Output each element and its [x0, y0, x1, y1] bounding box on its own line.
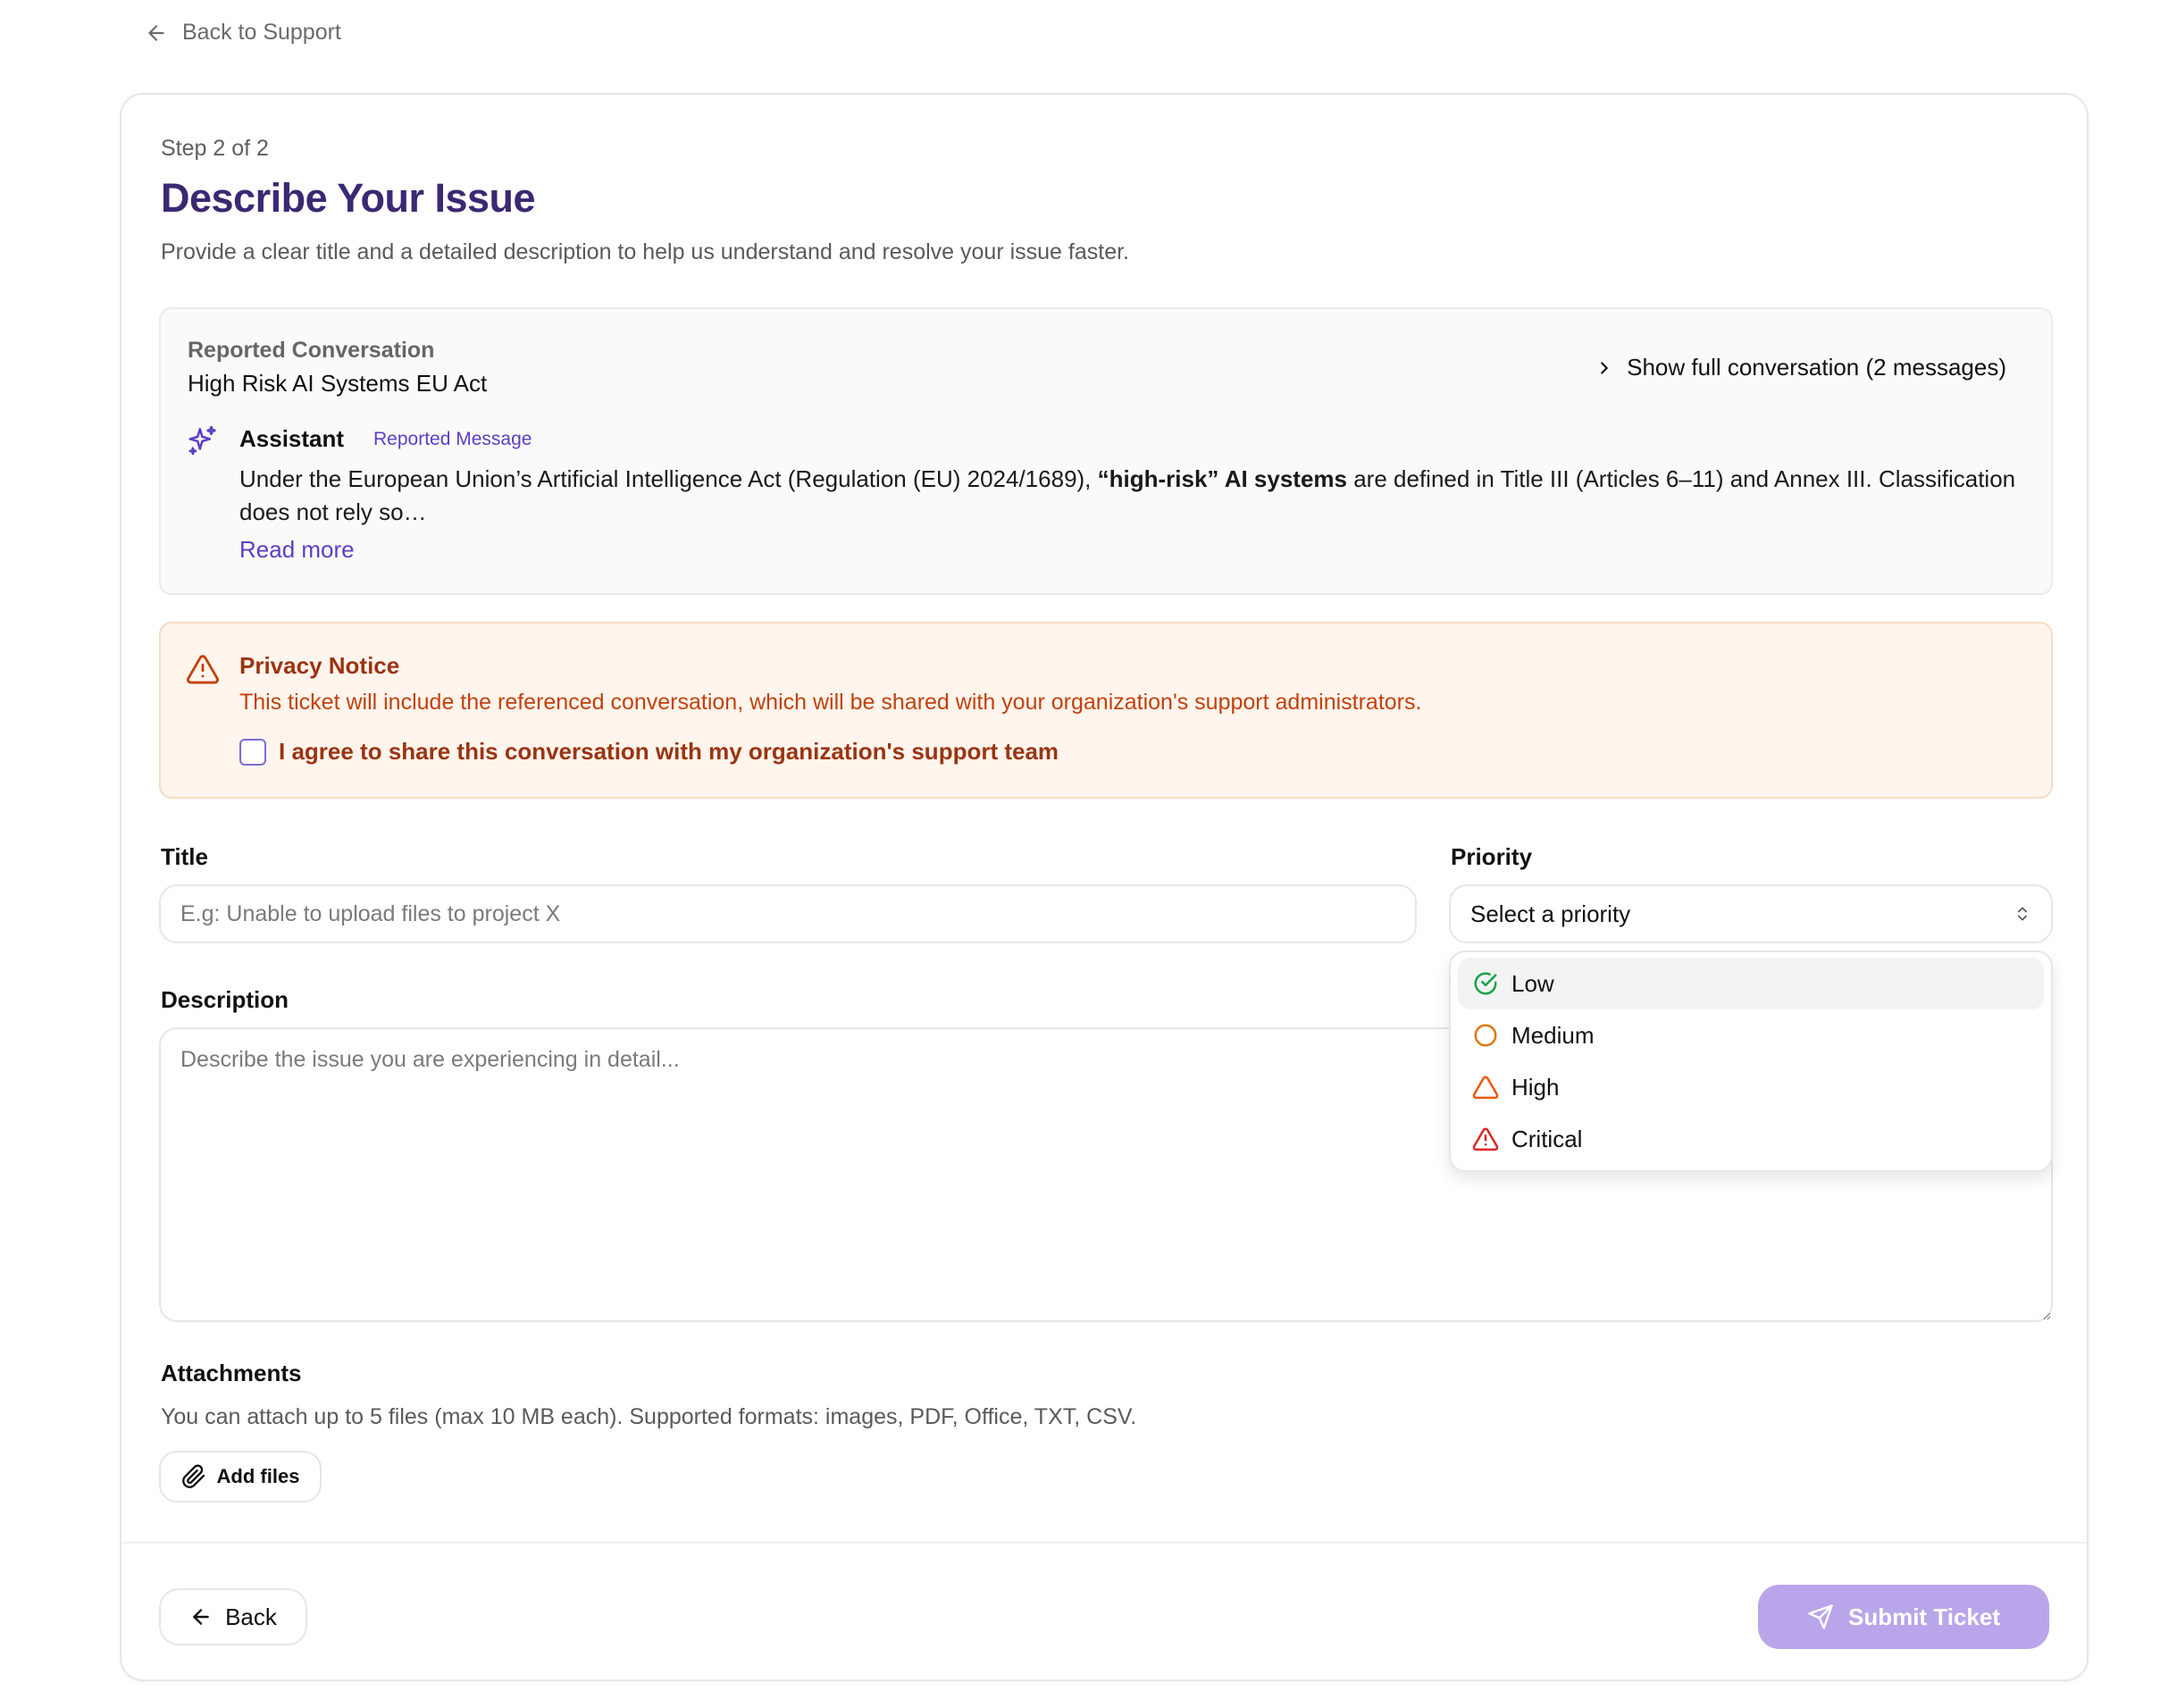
- triangle-icon: [1472, 1076, 1499, 1100]
- show-full-conversation-button[interactable]: Show full conversation (2 messages): [1595, 354, 2006, 381]
- add-files-button[interactable]: Add files: [159, 1451, 322, 1503]
- agree-share-label: I agree to share this conversation with …: [279, 738, 1059, 765]
- chevron-right-icon: [1601, 361, 1608, 374]
- read-more-link[interactable]: Read more: [239, 536, 355, 564]
- reported-conversation-label: Reported Conversation: [188, 338, 435, 363]
- chevron-up-down-icon: [2018, 907, 2027, 921]
- check-circle-icon: [1474, 972, 1497, 995]
- attachments-help: You can attach up to 5 files (max 10 MB …: [161, 1404, 1137, 1429]
- priority-option-medium-label: Medium: [1511, 1021, 1595, 1049]
- title-label: Title: [161, 843, 208, 870]
- arrow-left-icon: [148, 24, 164, 41]
- show-full-conversation-label: Show full conversation (2 messages): [1627, 354, 2006, 381]
- priority-select[interactable]: Select a priority: [1449, 884, 2053, 943]
- priority-option-critical[interactable]: Critical: [1458, 1113, 2044, 1165]
- alert-triangle-icon: [1472, 1127, 1499, 1151]
- priority-option-high[interactable]: High: [1458, 1061, 2044, 1113]
- reported-conversation-panel: Reported Conversation High Risk AI Syste…: [159, 307, 2053, 595]
- sparkle-icon: [188, 425, 216, 456]
- submit-ticket-label: Submit Ticket: [1847, 1603, 2000, 1630]
- priority-dropdown-menu: Low Medium High Critical: [1449, 950, 2053, 1172]
- step-indicator: Step 2 of 2: [161, 136, 269, 161]
- page-title: Describe Your Issue: [161, 175, 536, 221]
- privacy-notice-text: This ticket will include the referenced …: [239, 690, 1422, 715]
- priority-select-value: Select a priority: [1470, 900, 1631, 927]
- footer-divider: [121, 1542, 2087, 1544]
- arrow-left-icon: [193, 1609, 209, 1625]
- message-role: Assistant: [239, 425, 345, 452]
- title-input[interactable]: [159, 884, 1417, 943]
- back-button[interactable]: Back: [159, 1588, 307, 1645]
- warning-triangle-icon: [187, 655, 219, 684]
- message-preview: Under the European Union’s Artificial In…: [239, 463, 2035, 529]
- reported-message-tag: Reported Message: [373, 429, 532, 449]
- add-files-label: Add files: [216, 1465, 300, 1487]
- back-button-label: Back: [225, 1603, 277, 1630]
- page-subtitle: Provide a clear title and a detailed des…: [161, 239, 1129, 264]
- priority-option-medium[interactable]: Medium: [1458, 1009, 2044, 1061]
- attachments-label: Attachments: [161, 1360, 302, 1386]
- back-to-support-link[interactable]: Back to Support: [145, 20, 341, 46]
- support-ticket-page: Back to Support Step 2 of 2 Describe You…: [0, 0, 2160, 1708]
- submit-ticket-button[interactable]: Submit Ticket: [1758, 1585, 2049, 1649]
- priority-option-low[interactable]: Low: [1458, 958, 2044, 1009]
- circle-icon: [1474, 1024, 1497, 1047]
- privacy-notice-title: Privacy Notice: [239, 652, 400, 679]
- privacy-notice: Privacy Notice This ticket will include …: [159, 622, 2053, 799]
- priority-option-high-label: High: [1511, 1073, 1560, 1101]
- paperclip-icon: [181, 1464, 205, 1488]
- back-to-support-label: Back to Support: [182, 20, 341, 45]
- description-label: Description: [161, 986, 289, 1013]
- agree-share-checkbox[interactable]: [239, 738, 266, 766]
- message-text-before: Under the European Union’s Artificial In…: [239, 465, 1098, 492]
- message-text-bold: “high-risk” AI systems: [1097, 465, 1347, 492]
- agree-share-row[interactable]: I agree to share this conversation with …: [239, 738, 1059, 766]
- priority-label: Priority: [1451, 843, 1533, 870]
- reported-conversation-title: High Risk AI Systems EU Act: [188, 370, 488, 397]
- priority-option-critical-label: Critical: [1511, 1125, 1583, 1152]
- priority-option-low-label: Low: [1511, 969, 1554, 997]
- send-icon: [1808, 1604, 1833, 1629]
- ticket-form-card: Step 2 of 2 Describe Your Issue Provide …: [120, 93, 2089, 1681]
